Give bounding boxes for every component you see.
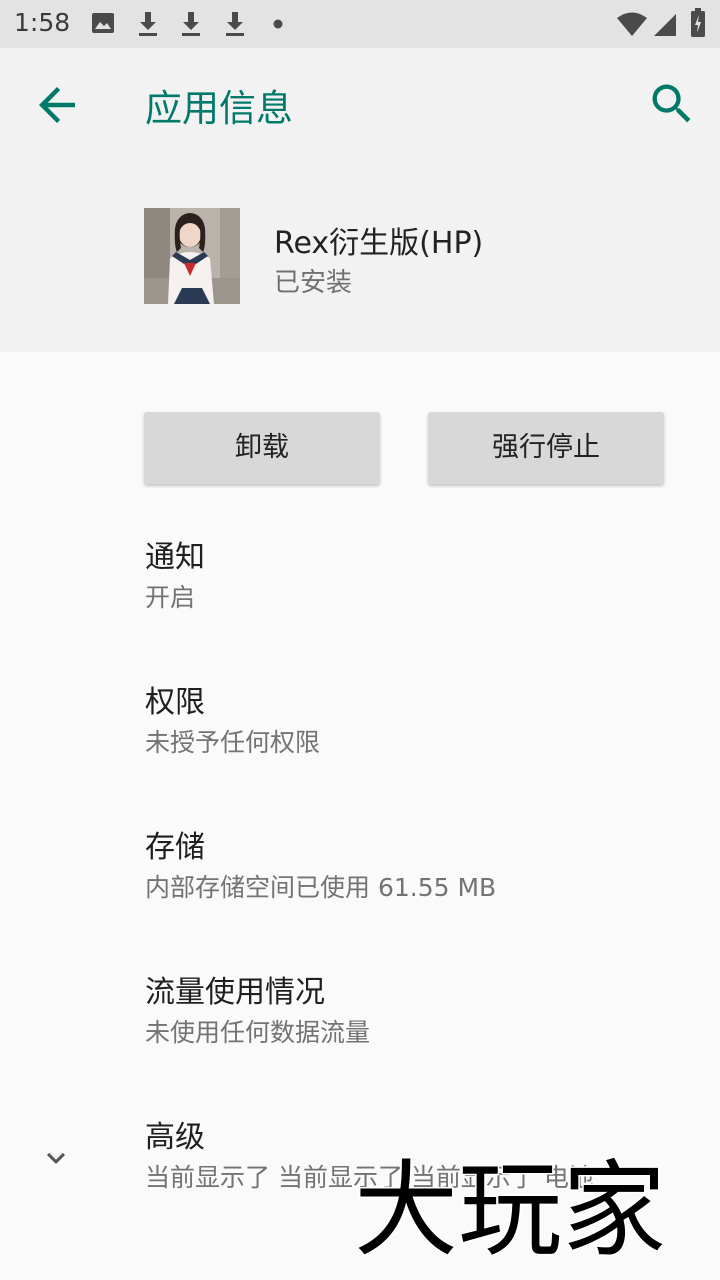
app-icon: [144, 208, 240, 304]
arrow-left-icon[interactable]: [30, 78, 84, 132]
download-icon: [226, 12, 244, 36]
svg-text:大玩家: 大玩家: [354, 1149, 666, 1260]
item-summary: 内部存储空间已使用 61.55 MB: [145, 873, 497, 902]
storage-item[interactable]: 存储 内部存储空间已使用 61.55 MB: [145, 828, 496, 908]
data-usage-item[interactable]: 流量使用情况 未使用任何数据流量: [145, 973, 370, 1053]
item-summary: 开启: [145, 583, 196, 612]
item-title: 流量使用情况: [145, 975, 325, 1010]
chevron-down-icon[interactable]: [38, 1140, 74, 1176]
permissions-item[interactable]: 权限 未授予任何权限: [145, 683, 320, 763]
notifications-item[interactable]: 通知 开启: [145, 538, 205, 618]
image-icon: [92, 13, 114, 33]
status-bar: 1:58: [0, 0, 720, 48]
watermark-logo: 大玩家: [353, 1148, 668, 1260]
dot-icon: [273, 19, 283, 29]
search-icon[interactable]: [646, 78, 698, 130]
item-title: 存储: [145, 830, 205, 865]
app-install-status: 已安装: [274, 268, 353, 298]
status-time: 1:58: [14, 8, 71, 37]
battery-icon: [691, 8, 705, 37]
item-title: 通知: [145, 540, 205, 575]
download-icon: [139, 12, 157, 36]
uninstall-button[interactable]: 卸载: [144, 412, 380, 484]
app-header: Rex衍生版(HP) 已安装: [0, 160, 720, 352]
force-stop-button[interactable]: 强行停止: [428, 412, 664, 484]
page-title: 应用信息: [145, 87, 293, 130]
app-name: Rex衍生版(HP): [274, 226, 484, 261]
item-summary: 未使用任何数据流量: [145, 1018, 371, 1047]
wifi-icon: [617, 12, 647, 36]
item-title: 权限: [145, 685, 205, 720]
signal-icon: [654, 14, 676, 36]
download-icon: [182, 12, 200, 36]
app-bar: 应用信息: [0, 48, 720, 160]
item-summary: 未授予任何权限: [145, 728, 321, 757]
